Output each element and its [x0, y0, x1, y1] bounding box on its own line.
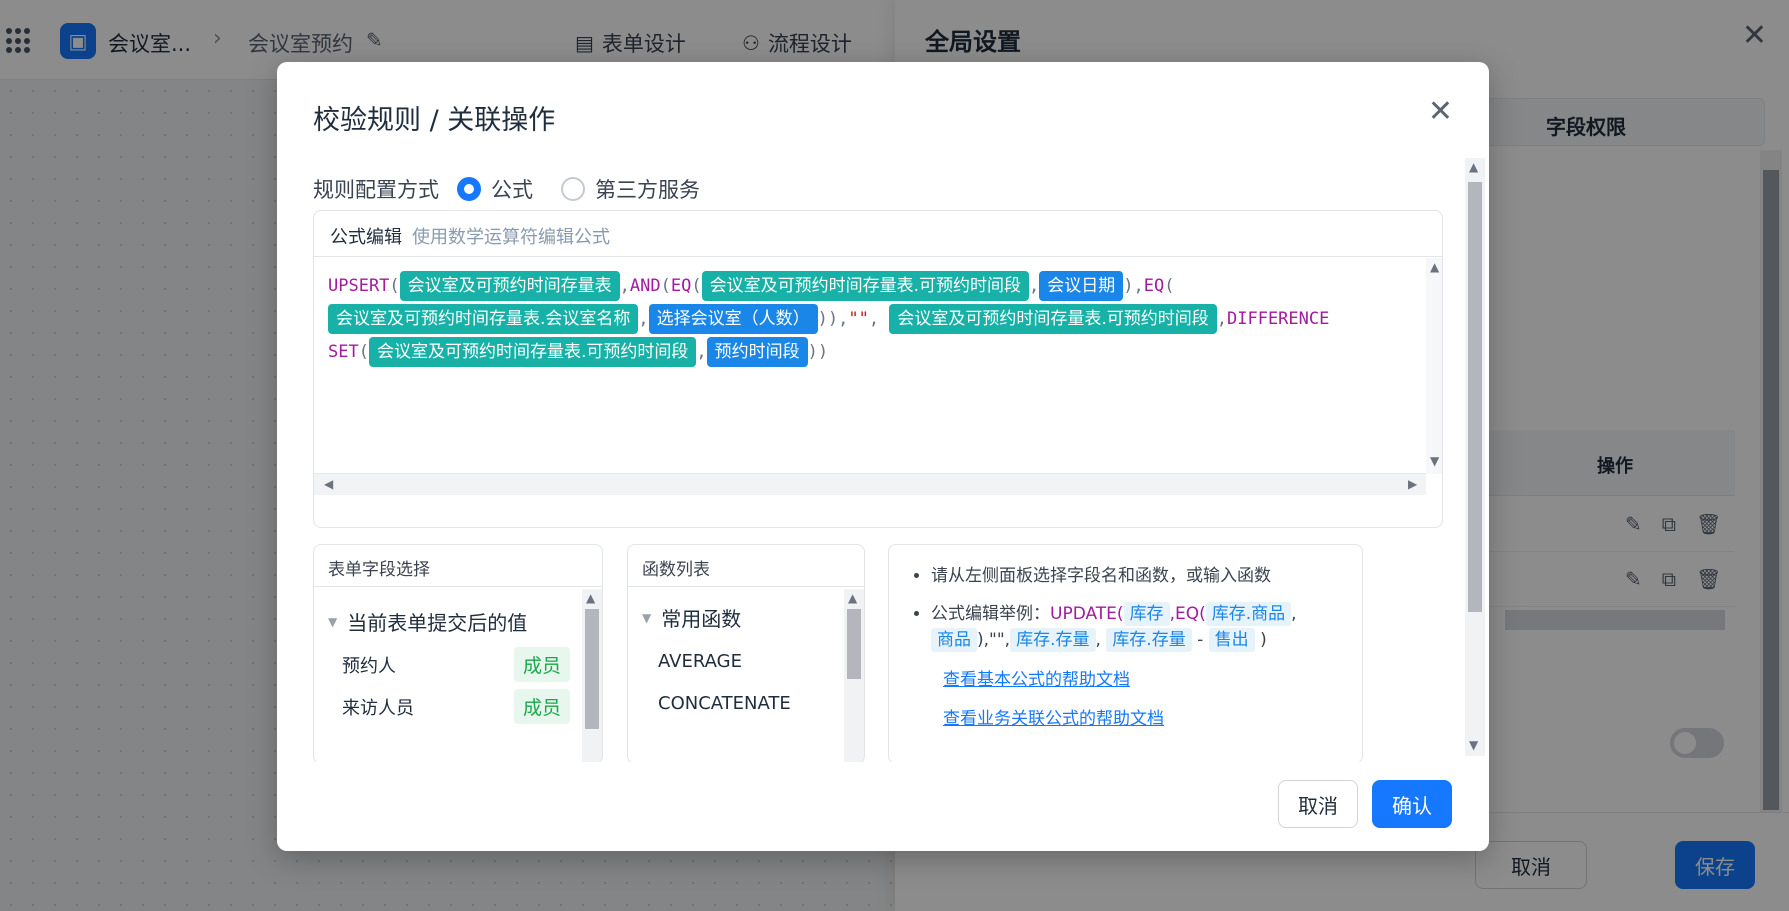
function-item[interactable]: AVERAGE: [658, 651, 742, 672]
ex-tag: 商品: [931, 628, 977, 652]
ex-punct: ): [1260, 630, 1267, 650]
rule-config-label: 规则配置方式: [313, 178, 439, 202]
modal-confirm-button[interactable]: 确认: [1372, 780, 1452, 828]
modal-scrollbar[interactable]: ▲ ▼: [1465, 158, 1485, 756]
formula-field-tag[interactable]: 选择会议室（人数）: [648, 304, 818, 334]
function-item[interactable]: CONCATENATE: [658, 693, 791, 714]
formula-field-tag[interactable]: 会议室及可预约时间存量表: [399, 271, 620, 301]
formula-editor-box: 公式编辑 使用数学运算符编辑公式 UPSERT(会议室及可预约时间存量表 ,AND…: [313, 210, 1443, 528]
ex-tag: 库存.商品: [1205, 602, 1292, 626]
editor-horizontal-scrollbar[interactable]: ◀ ▶: [314, 473, 1426, 495]
form-fields-title: 表单字段选择: [314, 545, 602, 587]
formula-fn: UPSERT: [328, 276, 390, 296]
ex-fn: UPDATE(: [1050, 604, 1124, 624]
radio-formula-label: 公式: [491, 178, 533, 202]
field-type-badge: 成员: [513, 689, 570, 724]
form-fields-panel: 表单字段选择 ▼ 当前表单提交后的值 预约人 成员 来访人员 成员 ▲: [313, 544, 603, 762]
help-example-prefix: 公式编辑举例：: [931, 604, 1050, 624]
help-panel: 请从左侧面板选择字段名和函数，或输入函数 公式编辑举例：UPDATE(库存,EQ…: [888, 544, 1363, 762]
formula-field-tag[interactable]: 预约时间段: [706, 337, 808, 367]
modal-cancel-button[interactable]: 取消: [1278, 780, 1358, 828]
field-group-current[interactable]: ▼ 当前表单提交后的值: [328, 607, 527, 636]
formula-field-tag[interactable]: 会议室及可预约时间存量表.可预约时间段: [368, 337, 697, 367]
formula-header: 公式编辑 使用数学运算符编辑公式: [314, 211, 1442, 257]
functions-panel: 函数列表 ▼ 常用函数 AVERAGE CONCATENATE ▲: [627, 544, 865, 762]
functions-scrollbar[interactable]: ▲: [844, 589, 864, 762]
fields-scrollbar[interactable]: ▲: [582, 589, 602, 762]
rule-config-row: 规则配置方式 公式 第三方服务: [313, 174, 700, 204]
help-line-1: 请从左侧面板选择字段名和函数，或输入函数: [931, 563, 1346, 589]
radio-third-party-label: 第三方服务: [595, 178, 700, 202]
field-group-label: 当前表单提交后的值: [347, 611, 528, 635]
formula-fn: EQ: [1143, 276, 1165, 296]
field-type-badge: 成员: [513, 647, 570, 682]
ex-tag: 售出: [1208, 628, 1255, 652]
modal-close-icon[interactable]: ✕: [1428, 94, 1453, 129]
radio-third-party[interactable]: 第三方服务: [561, 174, 700, 204]
formula-fn: AND: [629, 276, 661, 296]
formula-label: 公式编辑: [330, 227, 402, 248]
function-group-label: 常用函数: [661, 607, 742, 631]
help-link-basic[interactable]: 查看基本公式的帮助文档: [943, 665, 1346, 690]
caret-down-icon: ▼: [642, 610, 652, 625]
formula-field-tag[interactable]: 会议日期: [1039, 271, 1124, 301]
help-example: 公式编辑举例：UPDATE(库存,EQ(库存.商品, 商品),"",库存.存量,…: [931, 601, 1346, 653]
editor-vertical-scrollbar[interactable]: ▲ ▼: [1426, 258, 1442, 474]
ex-punct: -: [1197, 630, 1204, 650]
field-item-name: 来访人员: [342, 697, 414, 719]
formula-field-tag[interactable]: 会议室及可预约时间存量表.可预约时间段: [701, 271, 1030, 301]
formula-field-tag[interactable]: 会议室及可预约时间存量表.会议室名称: [328, 304, 639, 334]
modal-body: 规则配置方式 公式 第三方服务 公式编辑 使用数学运算符编辑公式 UPSERT(…: [313, 162, 1443, 762]
ex-tag: 库存.存量: [1106, 628, 1192, 652]
field-item[interactable]: 来访人员 成员: [342, 689, 570, 724]
ex-tag: 库存.存量: [1010, 628, 1096, 652]
caret-down-icon: ▼: [328, 614, 338, 629]
field-item[interactable]: 预约人 成员: [342, 647, 570, 682]
radio-formula[interactable]: 公式: [457, 174, 533, 204]
formula-hint: 使用数学运算符编辑公式: [412, 227, 610, 248]
validation-rule-modal: 校验规则 / 关联操作 ✕ 规则配置方式 公式 第三方服务 公式编辑 使用数学运…: [277, 62, 1489, 851]
modal-title: 校验规则 / 关联操作: [313, 105, 556, 136]
formula-string: "": [848, 309, 869, 329]
field-item-name: 预约人: [342, 655, 396, 677]
help-link-business[interactable]: 查看业务关联公式的帮助文档: [943, 704, 1346, 729]
functions-title: 函数列表: [628, 545, 864, 587]
formula-field-tag[interactable]: 会议室及可预约时间存量表.可预约时间段: [889, 304, 1217, 334]
formula-editor[interactable]: UPSERT(会议室及可预约时间存量表 ,AND(EQ(会议室及可预约时间存量表.…: [314, 258, 1442, 504]
formula-fn: EQ: [670, 276, 692, 296]
ex-fn: ,EQ(: [1169, 604, 1206, 624]
radio-checked-icon: [457, 177, 481, 201]
function-group-common[interactable]: ▼ 常用函数: [642, 603, 741, 632]
formula-fn: SET: [328, 342, 359, 362]
formula-fn: DIFFERENCE: [1227, 309, 1330, 329]
ex-punct: ),"",: [977, 630, 1011, 650]
radio-unchecked-icon: [561, 177, 585, 201]
ex-tag: 库存: [1123, 602, 1170, 626]
